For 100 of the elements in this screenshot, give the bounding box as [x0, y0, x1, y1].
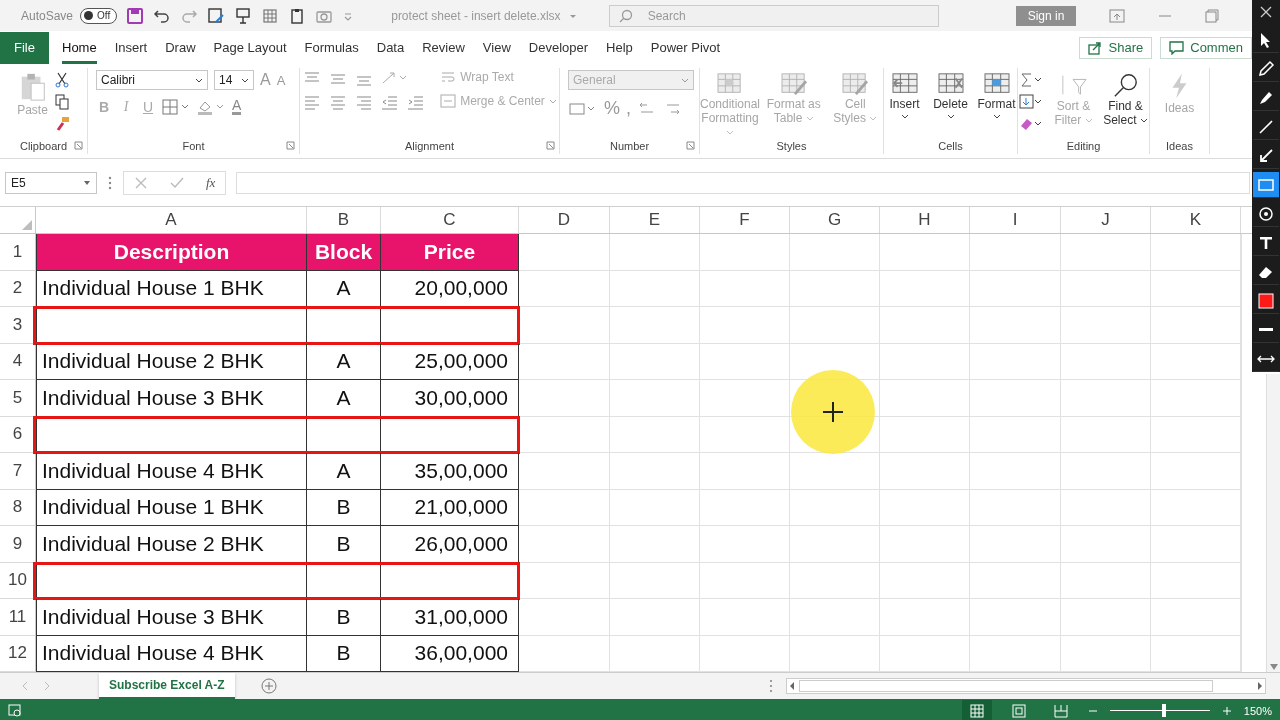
table-cell: A [307, 380, 381, 417]
rectangle-tool[interactable] [1253, 172, 1279, 198]
editing-command-button[interactable]: Find & Select [1102, 70, 1149, 127]
cancel-icon[interactable] [134, 175, 148, 190]
font-color-button[interactable]: A [232, 98, 242, 115]
row-header[interactable]: 11 [0, 599, 36, 636]
ribbon-tab[interactable]: Draw [165, 31, 196, 64]
formula-input[interactable] [236, 171, 1250, 194]
next-sheet-icon[interactable] [42, 681, 52, 691]
row-header[interactable]: 10 [0, 562, 36, 599]
horizontal-scrollbar[interactable] [786, 678, 1266, 694]
column-header[interactable]: J [1061, 207, 1151, 233]
column-header[interactable]: H [880, 207, 970, 233]
ribbon-tab[interactable]: Formulas [304, 31, 359, 64]
launcher-icon[interactable] [686, 141, 695, 150]
caret-icon [869, 114, 878, 122]
column-header[interactable]: D [519, 207, 610, 233]
row-header[interactable]: 7 [0, 453, 36, 490]
cells-icon [889, 72, 920, 96]
add-sheet-icon[interactable] [260, 678, 277, 694]
row-header[interactable]: 8 [0, 489, 36, 526]
ribbon-tab[interactable]: Developer [528, 31, 589, 64]
launcher-icon[interactable] [286, 141, 295, 150]
sheet-tab[interactable]: Subscribe Excel A-Z [99, 673, 235, 699]
font-size-field[interactable]: 14 [214, 70, 254, 90]
column-header[interactable]: G [790, 207, 880, 233]
row-header[interactable]: 4 [0, 343, 36, 380]
column-header[interactable]: I [970, 207, 1061, 233]
save-as-icon[interactable] [207, 6, 226, 25]
close-icon[interactable] [1260, 6, 1272, 18]
enter-icon[interactable] [170, 175, 184, 190]
column-heading: Description [36, 234, 307, 271]
caret-icon [195, 76, 203, 84]
cells-command-button[interactable]: Format [976, 70, 1017, 120]
insert-function-button[interactable]: fx [206, 174, 216, 191]
zoom-level[interactable]: 150% [1243, 704, 1272, 717]
ribbon-tab[interactable]: Data [376, 31, 405, 64]
ribbon-tab[interactable]: Review [422, 31, 465, 64]
row-header[interactable]: 6 [0, 416, 36, 453]
row-header[interactable]: 5 [0, 380, 36, 417]
table-style-icon [779, 72, 808, 96]
cells-command-button[interactable]: Delete [930, 70, 971, 120]
more-icon[interactable] [768, 679, 774, 693]
table-cell: Individual House 2 BHK [36, 526, 307, 563]
view-button[interactable] [961, 699, 992, 720]
scroll-thumb[interactable] [799, 680, 1213, 692]
row-header[interactable]: 2 [0, 270, 36, 307]
column-header[interactable]: F [700, 207, 790, 233]
cut-icon[interactable] [53, 72, 70, 88]
scroll-right-icon[interactable] [1255, 680, 1265, 692]
search-icon [617, 7, 634, 24]
share-button[interactable]: Share [1078, 36, 1153, 59]
autosave-toggle[interactable]: Off [80, 7, 118, 24]
ribbon-tab[interactable]: View [482, 31, 511, 64]
caret-icon [900, 112, 909, 120]
ribbon-tab[interactable]: Page Layout [213, 31, 287, 64]
scroll-down-icon[interactable] [1269, 664, 1278, 670]
wrap-text-icon [440, 70, 457, 84]
ribbon-tab[interactable]: Power Pivot [650, 31, 721, 64]
table-cell: 21,00,000 [381, 489, 519, 526]
search-field[interactable]: Search [608, 4, 939, 27]
launcher-icon[interactable] [546, 141, 555, 150]
caret-icon [992, 112, 1001, 120]
table-cell: 30,00,000 [381, 380, 519, 417]
page-break-icon [1053, 703, 1068, 718]
comments-button[interactable]: Commen [1160, 36, 1252, 59]
table-cell: 25,00,000 [381, 343, 519, 380]
copy-icon[interactable] [53, 94, 70, 110]
previous-sheet-icon[interactable] [20, 681, 30, 691]
ribbon-display-icon[interactable] [1109, 8, 1126, 23]
row-header[interactable]: 9 [0, 526, 36, 563]
table-cell: 35,00,000 [381, 453, 519, 490]
table-icon[interactable] [261, 6, 280, 25]
more-icon[interactable] [107, 174, 113, 191]
merge-cells-icon [440, 94, 457, 108]
macro-record-icon[interactable] [8, 703, 22, 718]
name-box[interactable]: E5 [5, 171, 97, 194]
column-header[interactable]: E [610, 207, 700, 233]
ribbon-tab[interactable]: Help [606, 31, 633, 64]
save-icon[interactable] [126, 6, 145, 25]
column-header[interactable]: K [1151, 207, 1241, 233]
row-header[interactable]: 3 [0, 307, 36, 344]
font-name-field[interactable]: Calibri [96, 70, 208, 90]
column-header[interactable]: B [307, 207, 381, 233]
column-header[interactable]: A [36, 207, 307, 233]
ribbon-tab[interactable]: File [0, 31, 49, 64]
ribbon-tab[interactable]: Insert [114, 31, 148, 64]
table-cell: Individual House 2 BHK [36, 343, 307, 380]
restore-icon[interactable] [1205, 8, 1220, 23]
presentation-icon[interactable] [234, 6, 253, 25]
cells-command-button[interactable]: Insert [884, 70, 925, 120]
zoom-in-icon[interactable] [1221, 705, 1232, 716]
group-label: Number [609, 139, 650, 152]
page-icon [1011, 703, 1026, 718]
column-header[interactable]: C [381, 207, 519, 233]
target-icon [1257, 204, 1275, 223]
launcher-icon[interactable] [74, 141, 83, 150]
table-cell: Individual House 3 BHK [36, 380, 307, 417]
vertical-scrollbar[interactable] [1266, 374, 1280, 672]
borders-icon[interactable] [162, 98, 190, 115]
